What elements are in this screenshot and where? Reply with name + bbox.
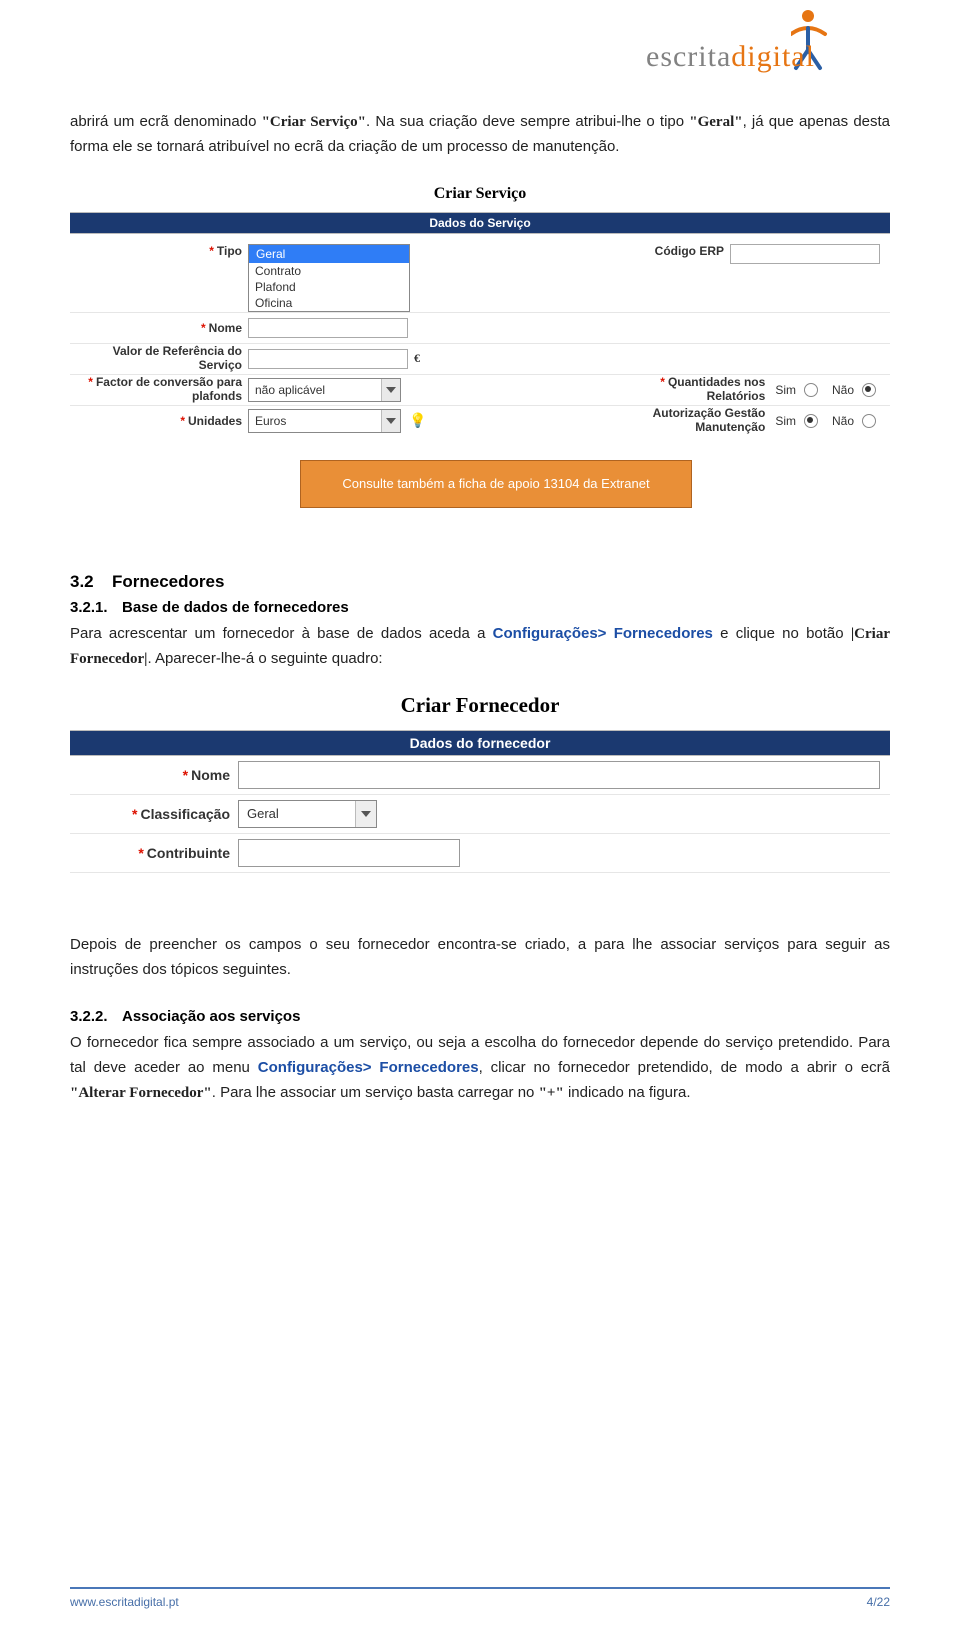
label-nome: *Nome <box>70 767 238 783</box>
text: abrirá um ecrã denominado <box>70 113 262 130</box>
label-aut-gestao: Autorização Gestão Manutenção <box>605 407 771 433</box>
quant-rel-nao-radio[interactable] <box>862 383 876 397</box>
footer-url: www.escritadigital.pt <box>70 1595 179 1609</box>
required-icon: * <box>209 244 214 258</box>
heading-title: Fornecedores <box>112 572 224 591</box>
text: indicado na figura. <box>564 1084 691 1101</box>
chevron-down-icon <box>381 379 400 401</box>
label-unidades: *Unidades <box>70 414 248 428</box>
logo-word: escrita <box>646 40 731 73</box>
euro-symbol: € <box>414 351 420 366</box>
nome-input[interactable] <box>248 318 408 338</box>
radio-label-sim: Sim <box>775 414 796 428</box>
text: . Para lhe associar um serviço basta car… <box>212 1084 539 1101</box>
text: Para acrescentar um fornecedor à base de… <box>70 625 493 642</box>
label-classificacao: *Classificação <box>70 806 238 822</box>
footer-page: 4/22 <box>867 1595 890 1609</box>
required-icon: * <box>183 767 188 783</box>
heading-3-2: 3.2Fornecedores <box>70 570 890 594</box>
required-icon: * <box>201 321 206 335</box>
valor-ref-input[interactable] <box>248 349 408 369</box>
fornecedor-nome-input[interactable] <box>238 761 880 789</box>
chevron-down-icon <box>355 801 376 827</box>
form-title: Criar Fornecedor <box>70 687 890 730</box>
contribuinte-input[interactable] <box>238 839 460 867</box>
tipo-option-oficina[interactable]: Oficina <box>249 295 409 311</box>
tipo-option-plafond[interactable]: Plafond <box>249 279 409 295</box>
text: e clique no botão <box>713 625 851 642</box>
label-quant-rel: *Quantidades nos Relatórios <box>605 376 771 402</box>
factor-select[interactable]: não aplicável <box>248 378 401 402</box>
logo-accent: digital <box>731 40 815 73</box>
sec321-paragraph: Para acrescentar um fornecedor à base de… <box>70 622 890 672</box>
menu-path: Configurações> Fornecedores <box>258 1059 479 1076</box>
heading-number: 3.2.2. <box>70 1006 122 1027</box>
heading-number: 3.2.1. <box>70 597 122 618</box>
unidades-value: Euros <box>249 414 381 428</box>
unidades-select[interactable]: Euros <box>248 409 401 433</box>
criar-fornecedor-screenshot: Criar Fornecedor Dados do fornecedor *No… <box>70 687 890 873</box>
label-factor: *Factor de conversão para plafonds <box>70 376 248 402</box>
plus-symbol: "+" <box>539 1085 564 1101</box>
sec322-paragraph: O fornecedor fica sempre associado a um … <box>70 1031 890 1105</box>
intro-paragraph: abrirá um ecrã denominado "Criar Serviço… <box>70 110 890 160</box>
text: , clicar no fornecedor pretendido, de mo… <box>479 1059 890 1076</box>
label-contribuinte: *Contribuinte <box>70 845 238 861</box>
aut-gestao-nao-radio[interactable] <box>862 414 876 428</box>
form-section-header: Dados do fornecedor <box>70 730 890 756</box>
classificacao-select[interactable]: Geral <box>238 800 377 828</box>
label-tipo: *Tipo <box>70 244 248 258</box>
required-icon: * <box>88 375 93 389</box>
tipo-select[interactable]: Geral Contrato Plafond Oficina <box>248 244 410 312</box>
screen-name: "Alterar Fornecedor" <box>70 1085 212 1101</box>
required-icon: * <box>180 414 185 428</box>
heading-3-2-1: 3.2.1.Base de dados de fornecedores <box>70 597 890 618</box>
lightbulb-icon: 💡 <box>409 412 426 429</box>
text: . Aparecer-lhe-á o seguinte quadro: <box>147 650 382 667</box>
page-footer: www.escritadigital.pt 4/22 <box>70 1587 890 1609</box>
heading-3-2-2: 3.2.2.Associação aos serviços <box>70 1006 890 1027</box>
classificacao-value: Geral <box>239 806 355 821</box>
criar-servico-screenshot: Criar Serviço Dados do Serviço *Tipo Ger… <box>70 180 890 420</box>
heading-title: Associação aos serviços <box>122 1008 300 1025</box>
tipo-option-geral[interactable]: Geral <box>249 245 409 263</box>
para-after-ss2: Depois de preencher os campos o seu forn… <box>70 933 890 983</box>
info-callout: Consulte também a ficha de apoio 13104 d… <box>300 460 692 508</box>
radio-label-nao: Não <box>832 414 854 428</box>
text: . Na sua criação deve sempre atribui-lhe… <box>366 113 689 130</box>
codigo-erp-input[interactable] <box>730 244 880 264</box>
label-nome: *Nome <box>70 321 248 335</box>
required-icon: * <box>138 845 143 861</box>
type-name: "Geral" <box>689 114 742 130</box>
form-title: Criar Serviço <box>70 180 890 212</box>
screen-name: "Criar Serviço" <box>262 114 366 130</box>
required-icon: * <box>132 806 137 822</box>
tipo-option-contrato[interactable]: Contrato <box>249 263 409 279</box>
menu-path: Configurações> Fornecedores <box>493 625 713 642</box>
factor-value: não aplicável <box>249 383 381 397</box>
radio-label-sim: Sim <box>775 383 796 397</box>
logo-text: escritadigital <box>646 42 815 72</box>
heading-title: Base de dados de fornecedores <box>122 599 349 616</box>
aut-gestao-sim-radio[interactable] <box>804 414 818 428</box>
brand-logo: escritadigital <box>646 10 906 90</box>
radio-label-nao: Não <box>832 383 854 397</box>
form-section-header: Dados do Serviço <box>70 212 890 234</box>
required-icon: * <box>660 375 665 389</box>
label-valor-ref: Valor de Referência do Serviço <box>70 345 248 371</box>
quant-rel-sim-radio[interactable] <box>804 383 818 397</box>
callout-text: Consulte também a ficha de apoio 13104 d… <box>342 476 649 491</box>
form-body: *Tipo Geral Contrato Plafond Oficina Cód… <box>70 234 890 442</box>
label-codigo-erp: Código ERP <box>564 244 730 258</box>
heading-number: 3.2 <box>70 570 112 594</box>
chevron-down-icon <box>381 410 400 432</box>
